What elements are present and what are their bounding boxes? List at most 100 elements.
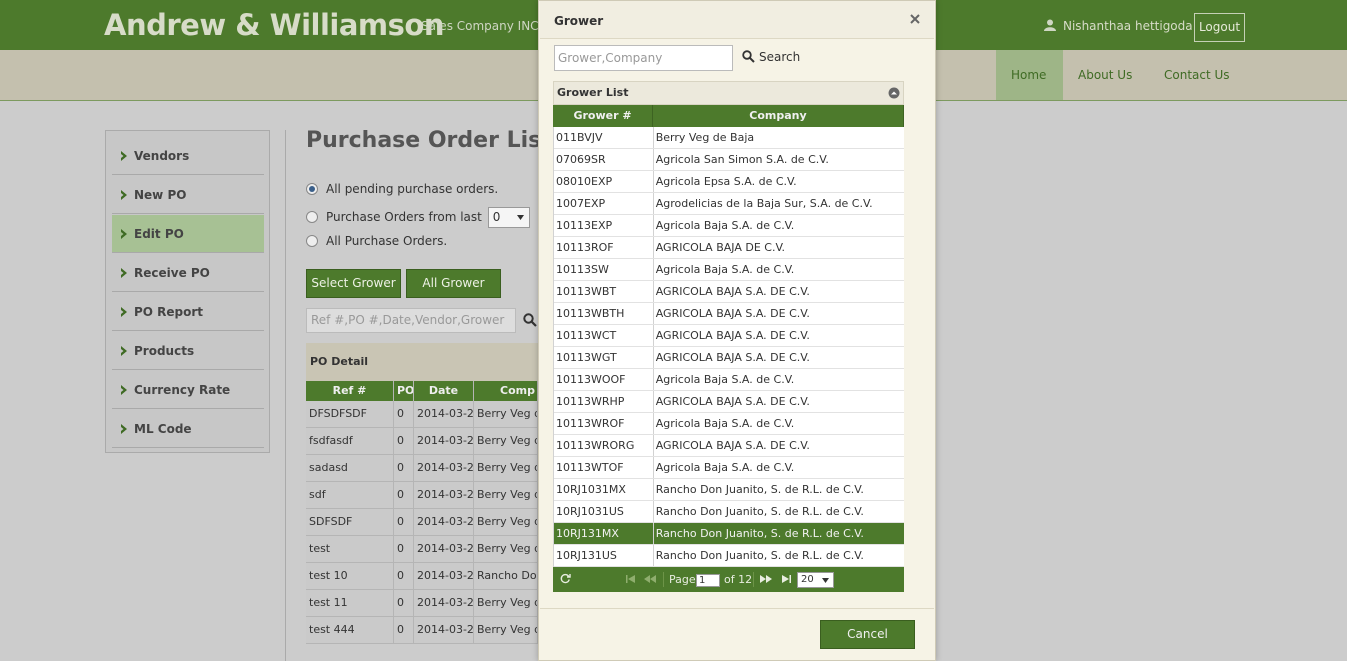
table-row[interactable]: 10RJ131US Rancho Don Juanito, S. de R.L. … (554, 545, 904, 567)
nav-about-us[interactable]: About Us (1063, 50, 1147, 100)
chevron-right-icon (121, 307, 127, 317)
cell-company: AGRICOLA BAJA S.A. DE C.V. (655, 307, 810, 320)
table-row[interactable]: 10113WRHP AGRICOLA BAJA S.A. DE C.V. (554, 391, 904, 413)
sidebar-item-vendors[interactable]: Vendors (112, 137, 264, 175)
cell-ref: test (306, 536, 394, 562)
radio-label: All Purchase Orders. (326, 234, 448, 248)
cell-company: Agricola Baja S.A. de C.V. (655, 373, 795, 386)
dialog-divider (540, 608, 934, 609)
column-header[interactable]: Company (653, 105, 904, 127)
radio-button[interactable] (306, 183, 318, 195)
table-row[interactable]: 1007EXP Agrodelicias de la Baja Sur, S.A.… (554, 193, 904, 215)
days-select[interactable]: 0 (487, 207, 530, 228)
page-number-input[interactable]: 1 (696, 574, 720, 587)
table-row[interactable]: test 1002014-03-21Rancho Dor (306, 563, 538, 590)
cell-date: 2014-03-24 (414, 590, 474, 616)
radio-button[interactable] (306, 211, 318, 223)
cell-grower-number: 1007EXP (554, 193, 654, 214)
grower-dialog: Grower Grower,Company Search Grower List… (538, 0, 936, 661)
search-button[interactable]: Search (742, 50, 800, 64)
table-row[interactable]: 10113WCT AGRICOLA BAJA S.A. DE C.V. (554, 325, 904, 347)
table-row[interactable]: 10113WBTH AGRICOLA BAJA S.A. DE C.V. (554, 303, 904, 325)
po-filter-input[interactable]: Ref #,PO #,Date,Vendor,Grower (306, 308, 516, 333)
cell-po: 0 (394, 455, 414, 481)
sidebar-item-ml-code[interactable]: ML Code (112, 410, 264, 448)
sidebar-item-label: PO Report (134, 305, 204, 319)
dialog-title: Grower (540, 1, 934, 39)
close-icon[interactable] (909, 13, 921, 25)
table-row[interactable]: 10113SW Agricola Baja S.A. de C.V. (554, 259, 904, 281)
table-row[interactable]: 10113WRORG AGRICOLA BAJA S.A. DE C.V. (554, 435, 904, 457)
table-row[interactable]: 10113WROF Agricola Baja S.A. de C.V. (554, 413, 904, 435)
sidebar-item-receive-po[interactable]: Receive PO (112, 254, 264, 292)
nav-home[interactable]: Home (996, 50, 1063, 100)
table-row[interactable]: 10113WBT AGRICOLA BAJA S.A. DE C.V. (554, 281, 904, 303)
table-row[interactable]: 011BVJV Berry Veg de Baja (554, 127, 904, 149)
table-row-selected[interactable]: 10RJ131MX Rancho Don Juanito, S. de R.L. … (554, 523, 904, 545)
table-row[interactable]: 10RJ1031US Rancho Don Juanito, S. de R.L.… (554, 501, 904, 523)
table-row[interactable]: DFSDFSDF02014-03-26Berry Veg d (306, 401, 538, 428)
radio-all-orders[interactable]: All Purchase Orders. (306, 234, 447, 248)
radio-button[interactable] (306, 235, 318, 247)
cell-company: Agricola Baja S.A. de C.V. (655, 417, 795, 430)
cell-ref: fsdfasdf (306, 428, 394, 454)
refresh-icon[interactable] (560, 573, 571, 584)
sidebar-item-po-report[interactable]: PO Report (112, 293, 264, 331)
table-row[interactable]: 07069SR Agricola San Simon S.A. de C.V. (554, 149, 904, 171)
table-row[interactable]: sdf02014-03-26Berry Veg d (306, 482, 538, 509)
logout-button[interactable]: Logout (1194, 13, 1245, 42)
sidebar-item-currency-rate[interactable]: Currency Rate (112, 371, 264, 409)
next-page-icon[interactable] (760, 575, 772, 583)
collapse-icon[interactable] (888, 87, 900, 99)
last-page-icon[interactable] (781, 575, 791, 583)
search-icon[interactable] (523, 313, 537, 327)
table-row[interactable]: 10113WGT AGRICOLA BAJA S.A. DE C.V. (554, 347, 904, 369)
sidebar-item-edit-po[interactable]: Edit PO (112, 215, 264, 253)
table-row[interactable]: fsdfasdf02014-03-26Berry Veg d (306, 428, 538, 455)
cell-date: 2014-03-24 (414, 617, 474, 643)
table-row[interactable]: 10113WTOF Agricola Baja S.A. de C.V. (554, 457, 904, 479)
column-header[interactable]: Ref # (306, 381, 394, 401)
sidebar-item-products[interactable]: Products (112, 332, 264, 370)
chevron-right-icon (121, 229, 127, 239)
cell-date: 2014-03-26 (414, 401, 474, 427)
first-page-icon[interactable] (626, 575, 636, 583)
sidebar-item-new-po[interactable]: New PO (112, 176, 264, 214)
user-icon (1044, 19, 1056, 31)
radio-label: Purchase Orders from last (326, 210, 482, 224)
sidebar-item-label: Currency Rate (134, 383, 231, 397)
table-row[interactable]: test02014-03-24Berry Veg d (306, 536, 538, 563)
table-row[interactable]: test 1102014-03-24Berry Veg d (306, 590, 538, 617)
table-row[interactable]: 10RJ1031MX Rancho Don Juanito, S. de R.L.… (554, 479, 904, 501)
table-row[interactable]: 10113WOOF Agricola Baja S.A. de C.V. (554, 369, 904, 391)
table-row[interactable]: sadasd02014-03-26Berry Veg d (306, 455, 538, 482)
nav-contact-us[interactable]: Contact Us (1149, 50, 1245, 100)
cell-company: Rancho Dor (474, 563, 538, 589)
cell-company: Agricola Baja S.A. de C.V. (655, 461, 795, 474)
column-header[interactable]: Date (414, 381, 474, 401)
cell-grower-number: 10113WGT (554, 347, 654, 368)
grid-caption: Grower List (553, 81, 904, 105)
column-header[interactable]: Comp (474, 381, 538, 401)
table-row[interactable]: SDFSDF02014-03-26Berry Veg d (306, 509, 538, 536)
cell-grower-number: 07069SR (554, 149, 654, 170)
previous-page-icon[interactable] (644, 575, 656, 583)
chevron-down-icon (516, 215, 524, 220)
radio-pending-orders[interactable]: All pending purchase orders. (306, 182, 498, 196)
radio-orders-from-last[interactable]: Purchase Orders from last 0 (306, 207, 530, 228)
table-row[interactable]: 08010EXP Agricola Epsa S.A. de C.V. (554, 171, 904, 193)
table-row[interactable]: 10113ROF AGRICOLA BAJA DE C.V. (554, 237, 904, 259)
cell-grower-number: 10113WCT (554, 325, 654, 346)
grower-search-input[interactable]: Grower,Company (554, 45, 733, 71)
cell-date: 2014-03-26 (414, 428, 474, 454)
all-grower-button[interactable]: All Grower (406, 269, 501, 298)
table-row[interactable]: 10113EXP Agricola Baja S.A. de C.V. (554, 215, 904, 237)
column-header[interactable]: PO (394, 381, 414, 401)
cell-ref: sadasd (306, 455, 394, 481)
select-grower-button[interactable]: Select Grower (306, 269, 401, 298)
table-row[interactable]: test 44402014-03-24Berry Veg d (306, 617, 538, 644)
page-size-select[interactable]: 20 (797, 572, 834, 588)
brand-subtitle: Sales Company INC (421, 19, 539, 33)
cancel-button[interactable]: Cancel (820, 620, 915, 649)
column-header[interactable]: Grower # (553, 105, 653, 127)
